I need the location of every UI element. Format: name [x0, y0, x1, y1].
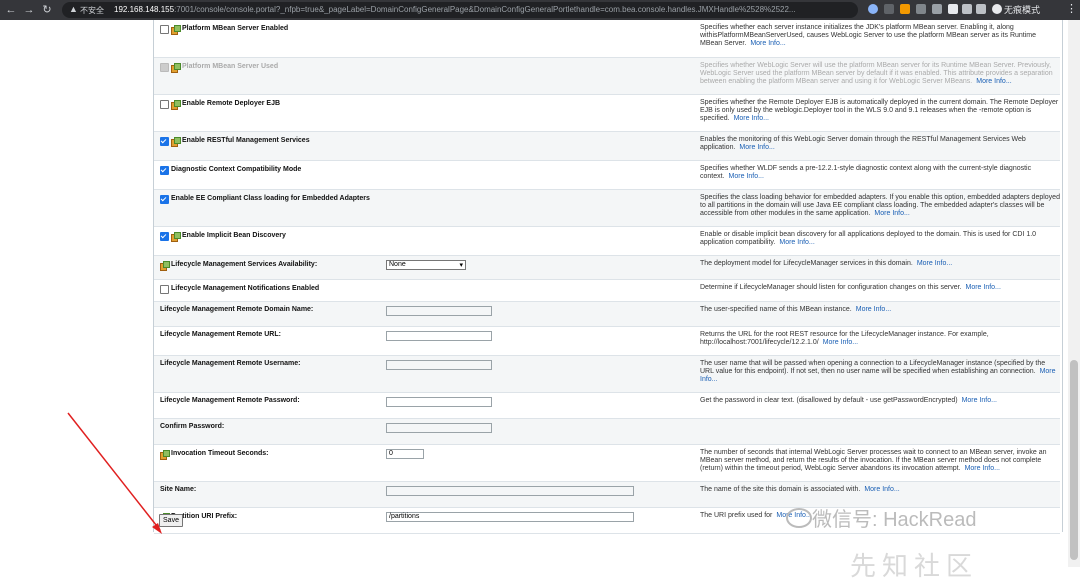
more-info-link[interactable]: More Info... — [965, 465, 1000, 472]
incognito-label: 无痕模式 — [1004, 5, 1041, 15]
setting-control-cell — [386, 279, 700, 302]
setting-input[interactable]: 0 — [386, 448, 424, 459]
setting-control-cell — [386, 226, 700, 256]
scrollbar-thumb[interactable] — [1070, 360, 1078, 560]
setting-description-cell: The user-specified name of this MBean in… — [700, 301, 1060, 327]
setting-input[interactable] — [386, 396, 492, 407]
settings-table: Platform MBean Server Enabled Specifies w… — [154, 20, 1060, 534]
setting-control-cell — [386, 57, 700, 95]
availability-select[interactable]: None ▾ — [386, 259, 466, 270]
more-info-link[interactable]: More Info... — [864, 486, 899, 493]
setting-description-cell: The deployment model for LifecycleManage… — [700, 255, 1060, 280]
extension-icon[interactable] — [916, 4, 926, 14]
table-row: Lifecycle Management Remote Password: Get… — [154, 392, 1060, 419]
watermark-text-2: 先知社区 — [850, 551, 979, 581]
table-row: Invocation Timeout Seconds: 0 The number o… — [154, 444, 1060, 482]
puzzle-icon[interactable] — [962, 4, 972, 14]
chevron-down-icon: ▾ — [459, 261, 463, 269]
setting-control-cell — [386, 189, 700, 227]
setting-control-cell — [386, 131, 700, 161]
setting-control-cell — [386, 160, 700, 190]
setting-label: Enable EE Compliant Class loading for Em… — [171, 194, 370, 202]
more-info-link[interactable]: More Info... — [962, 397, 997, 404]
setting-description: Determine if LifecycleManager should lis… — [700, 283, 962, 291]
more-info-link[interactable]: More Info... — [734, 115, 769, 122]
setting-description-cell: Specifies whether the Remote Deployer EJ… — [700, 94, 1060, 132]
more-info-link[interactable]: More Info... — [874, 210, 909, 217]
setting-control-cell: /partitions — [386, 507, 700, 534]
table-row: Enable Remote Deployer EJB Specifies whet… — [154, 94, 1060, 132]
setting-description-cell: Specifies the class loading behavior for… — [700, 189, 1060, 227]
table-row: Diagnostic Context Compatibility Mode Spe… — [154, 160, 1060, 190]
more-info-link[interactable]: More Info... — [965, 284, 1000, 291]
watermark-text: 微信号: HackRead — [812, 509, 977, 531]
more-info-link[interactable]: More Info... — [976, 78, 1011, 85]
table-row: Confirm Password: — [154, 418, 1060, 445]
setting-description-cell: Get the password in clear text. (disallo… — [700, 392, 1060, 419]
extension-icon[interactable] — [900, 4, 910, 14]
setting-description-cell: Enable or disable implicit bean discover… — [700, 226, 1060, 256]
more-info-link[interactable]: More Info... — [856, 306, 891, 313]
sidebar-icon[interactable] — [976, 4, 986, 14]
setting-description: Get the password in clear text. (disallo… — [700, 396, 958, 404]
table-row: Lifecycle Management Remote URL: Returns … — [154, 326, 1060, 356]
table-row: Enable EE Compliant Class loading for Em… — [154, 189, 1060, 227]
setting-description: The deployment model for LifecycleManage… — [700, 259, 913, 267]
setting-description-cell: The user name that will be passed when o… — [700, 355, 1060, 393]
setting-input[interactable]: /partitions — [386, 511, 634, 522]
more-info-link[interactable]: More Info... — [823, 339, 858, 346]
setting-control-cell — [386, 481, 700, 508]
setting-control-cell: 0 — [386, 444, 700, 482]
extension-icon[interactable] — [868, 4, 878, 14]
setting-description-cell: Specifies whether WebLogic Server will u… — [700, 57, 1060, 95]
setting-control-cell — [386, 301, 700, 327]
setting-description-cell — [700, 418, 1060, 445]
setting-input[interactable] — [386, 305, 492, 316]
setting-control-cell: None ▾ — [386, 255, 700, 280]
table-row: Enable Implicit Bean Discovery Enable or … — [154, 226, 1060, 256]
setting-input[interactable] — [386, 359, 492, 370]
more-info-link[interactable]: More Info... — [729, 173, 764, 180]
setting-control-cell — [386, 355, 700, 393]
setting-control-cell — [386, 94, 700, 132]
table-row: Platform MBean Server Used Specifies whet… — [154, 57, 1060, 95]
setting-description-cell: Determine if LifecycleManager should lis… — [700, 279, 1060, 302]
setting-description-cell: Specifies whether each server instance i… — [700, 20, 1060, 58]
setting-control-cell — [386, 392, 700, 419]
setting-input[interactable] — [386, 485, 634, 496]
menu-icon[interactable]: ⋮ — [1066, 2, 1077, 15]
setting-input[interactable] — [386, 422, 492, 433]
setting-control-cell — [386, 20, 700, 58]
setting-description: The URI prefix used for — [700, 511, 773, 519]
table-row: Platform MBean Server Enabled Specifies w… — [154, 20, 1060, 58]
extension-icon[interactable] — [948, 4, 958, 14]
incognito-icon — [992, 4, 1002, 14]
table-row: Enable RESTful Management Services Enable… — [154, 131, 1060, 161]
setting-label: Enable RESTful Management Services — [182, 136, 310, 144]
more-info-link[interactable]: More Info... — [917, 260, 952, 267]
setting-description-cell: Returns the URL for the root REST resour… — [700, 326, 1060, 356]
setting-input[interactable] — [386, 330, 492, 341]
table-row: Lifecycle Management Notifications Enabl… — [154, 279, 1060, 302]
extension-icon[interactable] — [884, 4, 894, 14]
more-info-link[interactable]: More Info... — [750, 40, 785, 47]
setting-control-cell — [386, 418, 700, 445]
table-row: Lifecycle Management Remote Username: The… — [154, 355, 1060, 393]
setting-description-cell: Specifies whether WLDF sends a pre-12.2.… — [700, 160, 1060, 190]
setting-description: The name of the site this domain is asso… — [700, 485, 861, 493]
setting-description: The user name that will be passed when o… — [700, 359, 1046, 375]
more-info-link[interactable]: More Info... — [779, 239, 814, 246]
setting-description: The user-specified name of this MBean in… — [700, 305, 852, 313]
red-arrow-annotation — [67, 412, 162, 534]
setting-description-cell: The number of seconds that internal WebL… — [700, 444, 1060, 482]
more-info-link[interactable]: More Info... — [739, 144, 774, 151]
extension-icon[interactable] — [932, 4, 942, 14]
url-text[interactable]: 192.168.148.155:7001/console/console.por… — [114, 5, 814, 14]
setting-control-cell — [386, 326, 700, 356]
wechat-icon — [786, 508, 812, 528]
table-row: Lifecycle Management Remote Domain Name:… — [154, 301, 1060, 327]
setting-description-cell: Enables the monitoring of this WebLogic … — [700, 131, 1060, 161]
table-row: Lifecycle Management Services Availabili… — [154, 255, 1060, 280]
setting-description: Enable or disable implicit bean discover… — [700, 230, 1037, 246]
